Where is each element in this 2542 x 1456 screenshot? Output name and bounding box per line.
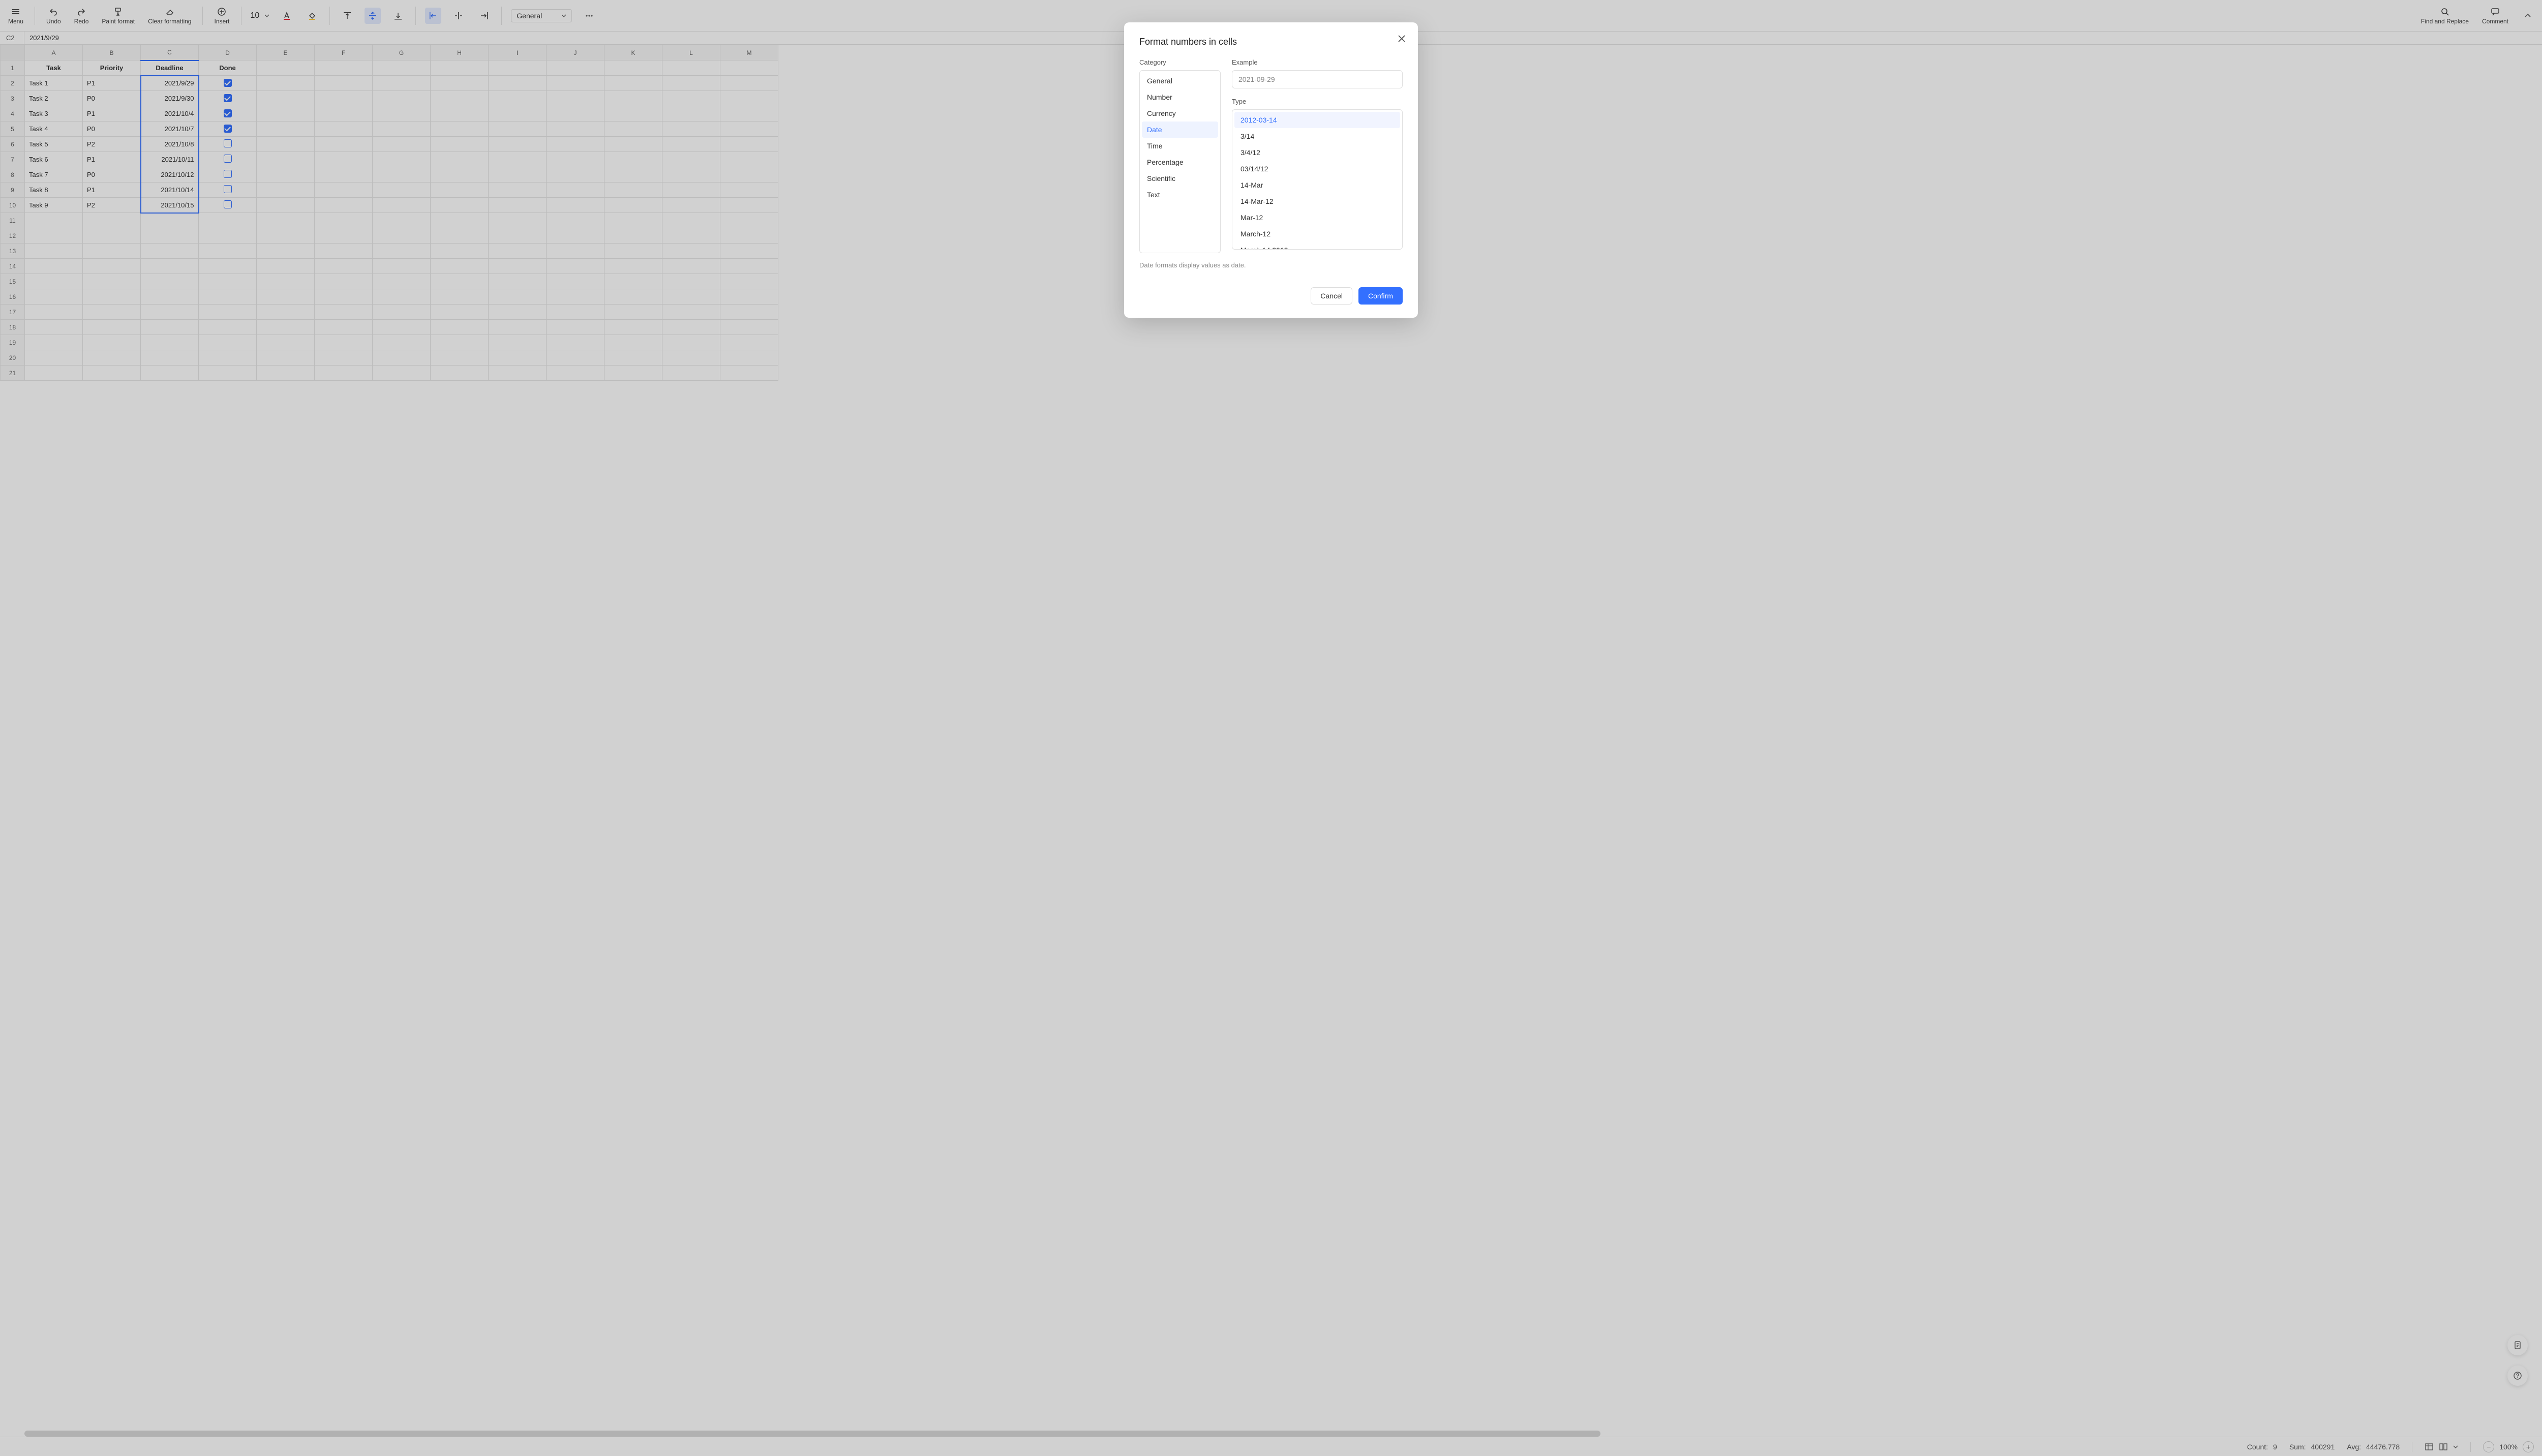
category-item-number[interactable]: Number xyxy=(1142,89,1218,105)
type-list: 2012-03-143/143/4/1203/14/1214-Mar14-Mar… xyxy=(1232,109,1403,250)
example-label: Example xyxy=(1232,58,1403,66)
type-item[interactable]: March-12 xyxy=(1234,226,1400,242)
category-item-general[interactable]: General xyxy=(1142,73,1218,89)
close-button[interactable] xyxy=(1397,34,1407,44)
category-item-scientific[interactable]: Scientific xyxy=(1142,170,1218,187)
modal-overlay: Format numbers in cells Category General… xyxy=(0,0,2542,1456)
type-item[interactable]: 3/4/12 xyxy=(1234,144,1400,161)
type-label: Type xyxy=(1232,98,1403,105)
confirm-button[interactable]: Confirm xyxy=(1358,287,1403,305)
category-item-currency[interactable]: Currency xyxy=(1142,105,1218,122)
category-label: Category xyxy=(1139,58,1221,66)
category-item-text[interactable]: Text xyxy=(1142,187,1218,203)
type-item[interactable]: 14-Mar-12 xyxy=(1234,193,1400,209)
close-icon xyxy=(1397,34,1407,44)
dialog-title: Format numbers in cells xyxy=(1139,37,1403,47)
format-numbers-dialog: Format numbers in cells Category General… xyxy=(1124,22,1418,318)
category-item-date[interactable]: Date xyxy=(1142,122,1218,138)
type-item[interactable]: 2012-03-14 xyxy=(1234,112,1400,128)
type-item[interactable]: 03/14/12 xyxy=(1234,161,1400,177)
category-list: GeneralNumberCurrencyDateTimePercentageS… xyxy=(1139,70,1221,253)
example-output: 2021-09-29 xyxy=(1232,70,1403,88)
type-item[interactable]: 14-Mar xyxy=(1234,177,1400,193)
type-item[interactable]: Mar-12 xyxy=(1234,209,1400,226)
type-item[interactable]: March 14,2012 xyxy=(1234,242,1400,250)
category-item-percentage[interactable]: Percentage xyxy=(1142,154,1218,170)
cancel-button[interactable]: Cancel xyxy=(1311,287,1352,305)
category-item-time[interactable]: Time xyxy=(1142,138,1218,154)
dialog-hint: Date formats display values as date. xyxy=(1139,261,1403,269)
type-item[interactable]: 3/14 xyxy=(1234,128,1400,144)
